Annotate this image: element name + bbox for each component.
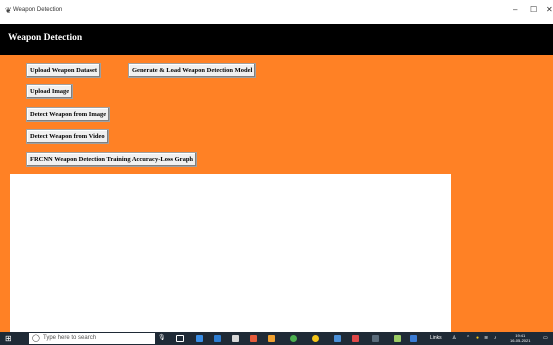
taskbar: ⊞ ◯ Type here to search 🎙 Links ♙ ⌃ ● ≋ … bbox=[0, 332, 553, 345]
close-button[interactable]: ✕ bbox=[546, 5, 553, 14]
window-title: Weapon Detection bbox=[13, 7, 63, 13]
taskbar-search-box[interactable]: ◯ Type here to search bbox=[29, 333, 155, 344]
app-icon-5[interactable] bbox=[334, 335, 341, 342]
upload-dataset-button[interactable]: Upload Weapon Dataset bbox=[26, 63, 102, 78]
minimize-button[interactable]: – bbox=[513, 5, 517, 14]
windows-start-icon[interactable]: ⊞ bbox=[5, 334, 14, 343]
app-icon-6[interactable] bbox=[352, 335, 359, 342]
store-icon[interactable] bbox=[232, 335, 239, 342]
links-toolbar[interactable]: Links bbox=[430, 334, 442, 343]
output-text-area[interactable] bbox=[10, 174, 451, 332]
maximize-button[interactable]: ☐ bbox=[530, 5, 537, 14]
python-icon[interactable] bbox=[394, 335, 401, 342]
edge-icon[interactable] bbox=[214, 335, 221, 342]
app-icon-8[interactable] bbox=[410, 335, 417, 342]
app-icon-3[interactable] bbox=[268, 335, 275, 342]
clock-date: 16-05-2021 bbox=[510, 338, 531, 343]
app-icon-2[interactable] bbox=[250, 335, 257, 342]
taskbar-clock[interactable]: 19:41 16-05-2021 bbox=[510, 333, 530, 343]
feather-app-icon: ❦ bbox=[5, 6, 12, 15]
search-circle-icon: ◯ bbox=[32, 335, 40, 342]
app-icon-7[interactable] bbox=[372, 335, 379, 342]
window-titlebar: ❦ Weapon Detection – ☐ ✕ bbox=[0, 0, 553, 24]
detect-image-button[interactable]: Detect Weapon from Image bbox=[26, 107, 111, 122]
network-icon[interactable]: ≋ bbox=[484, 334, 488, 343]
app-icon-1[interactable] bbox=[196, 335, 203, 342]
page-title: Weapon Detection bbox=[8, 33, 83, 43]
generate-model-button[interactable]: Generate & Load Weapon Detection Model bbox=[128, 63, 257, 78]
microphone-icon[interactable]: 🎙 bbox=[158, 334, 166, 341]
app-icon-4[interactable] bbox=[312, 335, 319, 342]
volume-icon[interactable]: ♪ bbox=[494, 334, 497, 343]
chrome-icon[interactable] bbox=[290, 335, 297, 342]
tray-app-icon[interactable]: ● bbox=[476, 334, 479, 343]
people-icon[interactable]: ♙ bbox=[452, 334, 456, 343]
chevron-up-icon[interactable]: ⌃ bbox=[466, 334, 470, 343]
upload-image-button[interactable]: Upload Image bbox=[26, 84, 74, 99]
search-placeholder: Type here to search bbox=[43, 335, 97, 341]
detect-video-button[interactable]: Detect Weapon from Video bbox=[26, 129, 109, 144]
notification-icon[interactable]: ▭ bbox=[543, 334, 548, 343]
task-view-icon[interactable] bbox=[176, 335, 184, 342]
heading-banner: Weapon Detection bbox=[0, 24, 553, 55]
frcnn-graph-button[interactable]: FRCNN Weapon Detection Training Accuracy… bbox=[26, 152, 198, 167]
